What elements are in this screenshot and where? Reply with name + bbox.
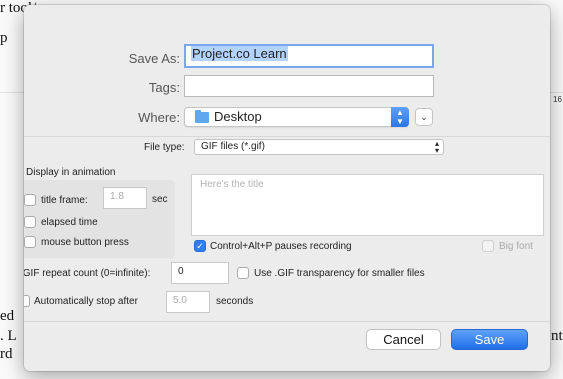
repeat-count-value: 0 [178, 266, 184, 277]
title-frame-label: title frame: [41, 195, 88, 206]
divider [550, 92, 563, 93]
file-type-popup[interactable]: GIF files (*.gif) ▴ ▾ [194, 139, 444, 155]
background-text-fragment: rd [0, 346, 13, 362]
chevron-down-icon: ⌄ [420, 112, 428, 122]
background-text-fragment: p [0, 30, 8, 46]
tags-label: Tags: [148, 80, 180, 95]
file-type-label: File type: [144, 142, 185, 153]
title-frame-seconds-value: 1.8 [110, 191, 124, 202]
expand-button[interactable]: ⌄ [415, 108, 433, 126]
big-font-checkbox[interactable] [482, 240, 494, 252]
tags-input[interactable] [184, 75, 434, 97]
title-frame-unit: sec [152, 194, 168, 205]
background-text-fragment: . L [0, 328, 17, 344]
auto-stop-checkbox[interactable] [24, 295, 30, 307]
chevron-updown-icon: ▴ ▾ [434, 139, 439, 155]
mouse-press-checkbox[interactable] [24, 236, 36, 248]
repeat-count-input[interactable]: 0 [171, 262, 229, 284]
transparency-checkbox[interactable] [237, 267, 249, 279]
title-placeholder: Here's the title [200, 179, 264, 190]
title-text-area[interactable]: Here's the title [191, 174, 544, 236]
cancel-button[interactable]: Cancel [366, 329, 441, 350]
background-text-fragment: 16 [553, 95, 562, 104]
save-dialog: Save As: Project.co Learn Tags: Where: D… [24, 5, 550, 371]
auto-stop-label: Automatically stop after [34, 296, 138, 307]
pause-hotkey-checkbox[interactable]: ✓ [194, 240, 206, 252]
where-popup[interactable]: Desktop ▲ ▼ [184, 107, 409, 127]
background-text-fragment: ed [0, 308, 15, 324]
transparency-label: Use .GIF transparency for smaller files [254, 268, 425, 279]
chevron-updown-icon: ▲ ▼ [391, 107, 409, 127]
big-font-label: Big font [499, 241, 533, 252]
auto-stop-seconds-input[interactable]: 5.0 [166, 291, 210, 313]
save-as-value: Project.co Learn [191, 46, 288, 61]
background-text-fragment: nt [551, 328, 563, 344]
save-button[interactable]: Save [451, 329, 528, 350]
title-frame-checkbox[interactable] [24, 194, 36, 206]
where-value: Desktop [214, 109, 262, 124]
elapsed-time-label: elapsed time [41, 217, 98, 228]
divider [0, 92, 24, 93]
divider [24, 321, 550, 322]
folder-icon [195, 110, 209, 123]
pause-hotkey-label: Control+Alt+P pauses recording [210, 241, 352, 252]
repeat-count-label: .GIF repeat count (0=infinite): [24, 268, 151, 279]
save-as-input[interactable]: Project.co Learn [184, 44, 434, 68]
save-as-label: Save As: [128, 51, 180, 66]
elapsed-time-checkbox[interactable] [24, 216, 36, 228]
auto-stop-unit: seconds [216, 296, 254, 307]
where-label: Where: [138, 110, 180, 125]
display-group-title: Display in animation [26, 167, 116, 178]
divider [24, 136, 550, 137]
title-frame-seconds-input[interactable]: 1.8 [103, 187, 147, 209]
auto-stop-seconds-value: 5.0 [173, 295, 187, 306]
file-type-value: GIF files (*.gif) [201, 141, 265, 152]
mouse-press-label: mouse button press [41, 237, 129, 248]
